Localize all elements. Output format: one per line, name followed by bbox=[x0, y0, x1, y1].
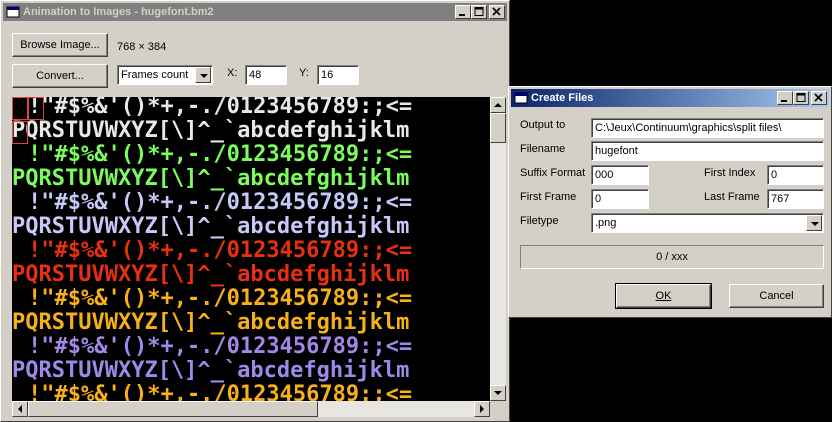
convert-button[interactable]: Convert... bbox=[12, 64, 108, 88]
first-index-field[interactable]: 0 bbox=[767, 165, 824, 185]
font-row: !"#$%&'()*+,-./0123456789:;<= bbox=[28, 286, 413, 311]
y-value: 16 bbox=[321, 69, 334, 81]
main-window-title: Animation to Images - hugefont.bm2 bbox=[23, 6, 214, 18]
arrow-up-icon bbox=[494, 103, 502, 107]
suffix-format-label: Suffix Format bbox=[520, 167, 586, 179]
scroll-right-button[interactable] bbox=[474, 401, 490, 417]
maximize-icon bbox=[474, 7, 484, 16]
font-row: PQRSTUVWXYZ[\]^_`abcdefghijklm bbox=[12, 214, 410, 239]
suffix-format-value: 000 bbox=[595, 169, 614, 181]
font-row: !"#$%&'()*+,-./0123456789:;<= bbox=[28, 142, 413, 167]
last-frame-label: Last Frame bbox=[704, 191, 760, 203]
minimize-button[interactable] bbox=[455, 5, 471, 19]
scroll-up-button[interactable] bbox=[490, 97, 506, 113]
horizontal-scrollbar[interactable] bbox=[12, 401, 490, 417]
arrow-left-icon bbox=[18, 405, 22, 413]
scroll-down-button[interactable] bbox=[490, 385, 506, 401]
first-frame-field[interactable]: 0 bbox=[591, 189, 649, 209]
scroll-thumb-horizontal[interactable] bbox=[28, 401, 318, 417]
font-row: !"#$%&'()*+,-./0123456789:;<= bbox=[28, 334, 413, 359]
filetype-value: .png bbox=[595, 217, 617, 229]
filename-field[interactable]: hugefont bbox=[591, 141, 824, 161]
ok-label: OK bbox=[655, 290, 672, 302]
y-label: Y: bbox=[299, 67, 309, 79]
font-row: PQRSTUVWXYZ[\]^_`abcdefghijklm bbox=[12, 166, 410, 191]
cancel-label: Cancel bbox=[759, 290, 794, 302]
frame-highlight-selected bbox=[28, 97, 44, 120]
minimize-icon bbox=[781, 100, 787, 102]
size-grip[interactable] bbox=[490, 401, 506, 417]
create-files-dialog: Create Files Output to C:\Jeux\Continuum… bbox=[508, 86, 832, 318]
close-icon bbox=[814, 93, 823, 102]
filetype-dropdown[interactable]: .png bbox=[591, 213, 824, 233]
chevron-down-icon[interactable] bbox=[806, 215, 822, 231]
x-input[interactable]: 48 bbox=[245, 65, 287, 85]
first-frame-label: First Frame bbox=[520, 191, 577, 203]
font-row: !"#$%&'()*+,-./0123456789:;<= bbox=[28, 382, 413, 402]
close-button[interactable] bbox=[489, 5, 505, 19]
font-row: PQRSTUVWXYZ[\]^_`abcdefghijklm bbox=[12, 310, 410, 335]
convert-label: Convert... bbox=[36, 70, 84, 82]
output-value: C:\Jeux\Continuum\graphics\split files\ bbox=[595, 122, 782, 134]
last-frame-value: 767 bbox=[771, 193, 790, 205]
first-frame-value: 0 bbox=[595, 193, 602, 205]
scroll-left-button[interactable] bbox=[12, 401, 28, 417]
first-index-value: 0 bbox=[771, 169, 778, 181]
font-row: !"#$%&'()*+,-./0123456789:;<= bbox=[28, 97, 413, 119]
image-preview[interactable]: !"#$%&'()*+,-./0123456789:;<= PQRSTUVWXYZ… bbox=[12, 97, 490, 401]
arrow-right-icon bbox=[480, 405, 484, 413]
output-field[interactable]: C:\Jeux\Continuum\graphics\split files\ bbox=[591, 118, 824, 138]
dialog-app-icon bbox=[514, 92, 528, 104]
dialog-title: Create Files bbox=[531, 92, 594, 104]
x-value: 48 bbox=[249, 69, 262, 81]
mode-dropdown[interactable]: Frames count bbox=[117, 65, 213, 85]
close-icon bbox=[492, 7, 501, 16]
cancel-button[interactable]: Cancel bbox=[729, 284, 824, 308]
mode-selected: Frames count bbox=[121, 69, 189, 81]
font-row: PQRSTUVWXYZ[\]^_`abcdefghijklm bbox=[12, 358, 410, 383]
filetype-label: Filetype bbox=[520, 215, 559, 227]
ok-button[interactable]: OK bbox=[615, 283, 712, 309]
scroll-thumb-vertical[interactable] bbox=[490, 113, 506, 143]
y-input[interactable]: 16 bbox=[317, 65, 359, 85]
image-dimensions: 768 × 384 bbox=[117, 41, 167, 53]
font-row: PQRSTUVWXYZ[\]^_`abcdefghijklm bbox=[12, 262, 410, 287]
browse-image-label: Browse Image... bbox=[20, 39, 100, 51]
dialog-minimize-button[interactable] bbox=[777, 91, 793, 105]
maximize-button[interactable] bbox=[471, 5, 487, 19]
frame-highlight bbox=[12, 97, 28, 120]
suffix-format-field[interactable]: 000 bbox=[591, 165, 649, 185]
browse-image-button[interactable]: Browse Image... bbox=[12, 33, 108, 57]
font-row: PQRSTUVWXYZ[\]^_`abcdefghijklm bbox=[12, 118, 410, 143]
font-row: !"#$%&'()*+,-./0123456789:;<= bbox=[28, 190, 413, 215]
output-label: Output to bbox=[520, 119, 566, 131]
progress-bar: 0 / xxx bbox=[520, 245, 824, 269]
arrow-down-icon bbox=[494, 391, 502, 395]
dialog-maximize-button[interactable] bbox=[793, 91, 809, 105]
font-row: !"#$%&'()*+,-./0123456789:;<= bbox=[28, 238, 413, 263]
dialog-close-button[interactable] bbox=[811, 91, 827, 105]
filename-label: Filename bbox=[520, 143, 566, 155]
minimize-icon bbox=[459, 14, 465, 16]
vertical-scrollbar[interactable] bbox=[490, 97, 506, 401]
frame-highlight-row2 bbox=[12, 121, 28, 144]
dialog-titlebar[interactable]: Create Files bbox=[511, 89, 829, 107]
progress-text: 0 / xxx bbox=[656, 251, 688, 263]
filename-value: hugefont bbox=[595, 145, 638, 157]
first-index-label: First Index bbox=[704, 167, 756, 179]
x-label: X: bbox=[227, 67, 238, 79]
chevron-down-icon[interactable] bbox=[195, 67, 211, 83]
last-frame-field[interactable]: 767 bbox=[767, 189, 824, 209]
maximize-icon bbox=[796, 93, 806, 102]
window-app-icon bbox=[6, 6, 20, 18]
animation-window: Animation to Images - hugefont.bm2 Brows… bbox=[0, 0, 510, 422]
main-titlebar[interactable]: Animation to Images - hugefont.bm2 bbox=[3, 3, 507, 21]
